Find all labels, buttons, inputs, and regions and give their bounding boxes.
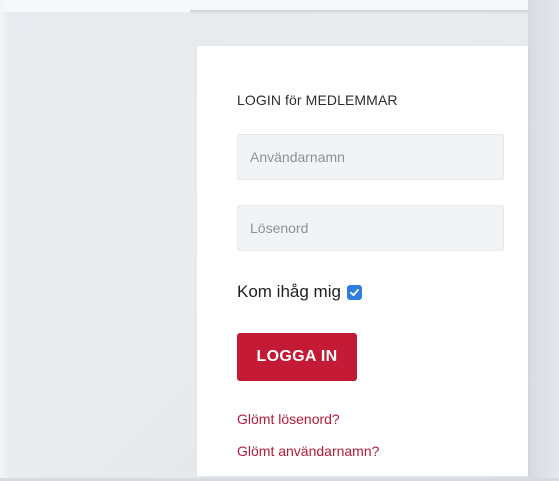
forgot-username-link[interactable]: Glömt användarnamn? xyxy=(237,443,379,459)
remember-me-label: Kom ihåg mig xyxy=(237,282,341,301)
top-shadow xyxy=(190,10,559,14)
username-input[interactable] xyxy=(237,134,504,180)
login-button[interactable]: LOGGA IN xyxy=(237,333,357,381)
background-left-edge xyxy=(0,0,10,481)
checkmark-icon xyxy=(350,288,359,296)
forgot-password-link[interactable]: Glömt lösenord? xyxy=(237,411,340,427)
login-heading: LOGIN för MEDLEMMAR xyxy=(237,92,398,108)
password-input[interactable] xyxy=(237,205,504,251)
remember-me-toggle[interactable]: Kom ihåg mig xyxy=(237,282,362,302)
background-right-strip xyxy=(528,0,559,481)
top-strip xyxy=(0,0,559,14)
remember-me-checkbox[interactable] xyxy=(346,284,362,300)
